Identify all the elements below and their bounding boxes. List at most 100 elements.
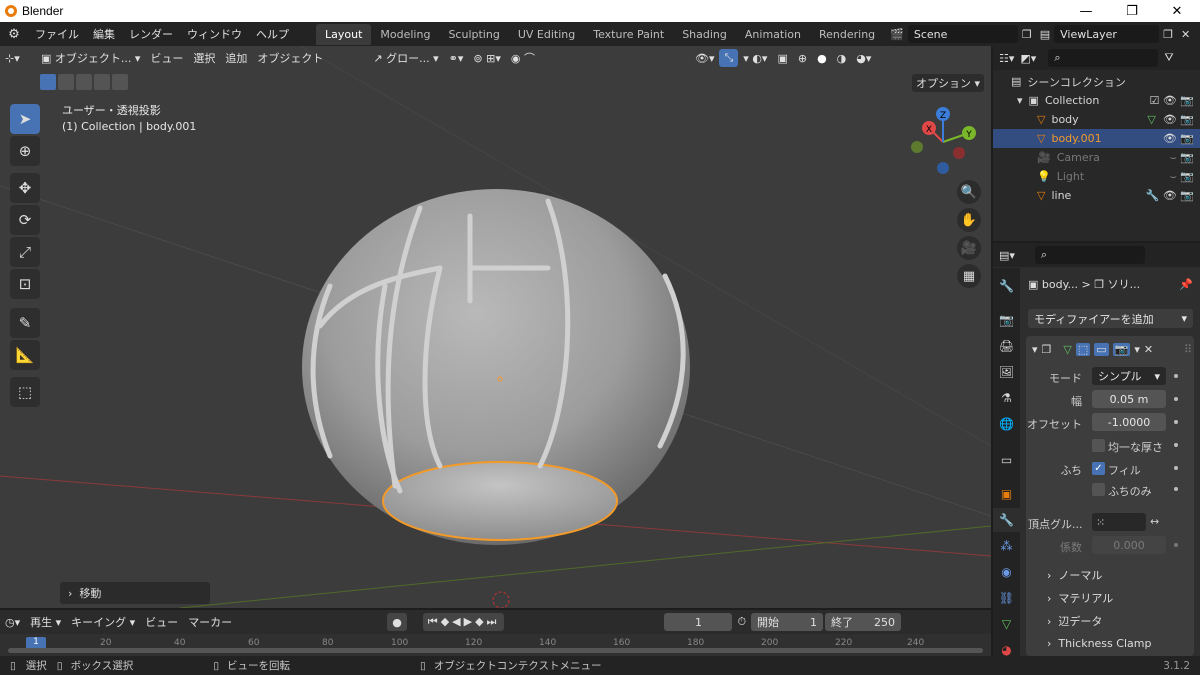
render-toggle-icon[interactable]: 📷 — [1112, 342, 1131, 356]
subpanel-normals[interactable]: › ノーマル — [1047, 567, 1102, 583]
drag-handle-icon[interactable]: ⠿ — [1184, 343, 1192, 356]
tab-shading[interactable]: Shading — [673, 24, 736, 45]
select-invert-icon[interactable] — [94, 74, 110, 90]
proportional-edit-icon[interactable]: ◉ ⌒ — [506, 48, 540, 68]
tool-scale-icon[interactable]: ⤢ — [10, 237, 40, 267]
remove-modifier-icon[interactable]: ✕ — [1144, 343, 1153, 356]
scene-icon[interactable]: 🎬 — [890, 28, 904, 41]
modifier-menu-icon[interactable]: ▾ — [1134, 343, 1140, 356]
properties-search-input[interactable]: ⌕ — [1034, 246, 1145, 264]
select-new-icon[interactable] — [40, 74, 56, 90]
menu-file[interactable]: ファイル — [28, 26, 86, 42]
viewport-toggle-icon[interactable]: ▭ — [1094, 342, 1109, 356]
timeline-editor-icon[interactable]: ◷▾ — [0, 612, 25, 632]
particles-tab-icon[interactable]: ⁂ — [993, 534, 1020, 558]
shading-wireframe-icon[interactable]: ⊕ — [793, 48, 812, 68]
item-toggles[interactable]: 🔧 👁 📷 — [1146, 189, 1194, 202]
outliner-item-body[interactable]: ▽ body ▽ 👁 📷 — [993, 110, 1200, 129]
keyframe-dot[interactable] — [1174, 466, 1178, 470]
close-button[interactable]: ✕ — [1154, 0, 1200, 22]
even-thickness-checkbox[interactable] — [1092, 439, 1105, 452]
render-tab-icon[interactable]: 📷 — [993, 308, 1020, 332]
collection-toggles[interactable]: ☑ 👁 📷 — [1149, 94, 1194, 107]
filter-icon[interactable]: ⛛ — [1164, 51, 1173, 65]
subpanel-edge-data[interactable]: › 辺データ — [1047, 613, 1102, 629]
object-tab-icon[interactable]: ▣ — [993, 482, 1020, 506]
data-tab-icon[interactable]: ▽ — [993, 612, 1020, 636]
tab-layout[interactable]: Layout — [316, 23, 372, 45]
tab-modeling[interactable]: Modeling — [371, 24, 439, 45]
tab-uv-editing[interactable]: UV Editing — [509, 24, 584, 45]
outliner-search-input[interactable]: ⌕ — [1048, 49, 1159, 67]
outliner-item-light[interactable]: 💡 Light ⌣ 📷 — [993, 167, 1200, 186]
item-toggles[interactable]: ⌣ 📷 — [1170, 151, 1194, 165]
keyframe-dot[interactable] — [1174, 374, 1178, 378]
navigation-gizmo[interactable]: X Y Z — [905, 102, 985, 182]
tool-tab-icon[interactable]: 🔧 — [993, 274, 1020, 298]
menu-edit[interactable]: 編集 — [86, 26, 122, 42]
select-subtract-icon[interactable] — [76, 74, 92, 90]
blender-menu-icon[interactable]: ⚙ — [0, 27, 28, 42]
view-layer-selector[interactable]: ViewLayer — [1054, 25, 1160, 43]
editor-type-icon[interactable]: ⊹▾ — [0, 48, 36, 68]
edit-mode-toggle-icon[interactable]: ▽ — [1063, 343, 1071, 356]
current-frame-field[interactable]: 1 — [664, 613, 733, 631]
outliner-item-collection[interactable]: ▾ ▣ Collection ☑ 👁 📷 — [993, 91, 1200, 110]
keyframe-dot[interactable] — [1174, 420, 1178, 424]
material-tab-icon[interactable]: ◕ — [993, 638, 1020, 662]
mode-selector[interactable]: ▣ オブジェクト... ▾ — [36, 48, 145, 68]
record-button[interactable]: ● — [387, 613, 407, 631]
subpanel-materials[interactable]: › マテリアル — [1047, 590, 1113, 606]
view-layer-icon[interactable]: ▤ — [1040, 28, 1050, 41]
select-intersect-icon[interactable] — [112, 74, 128, 90]
tool-add-cube-icon[interactable]: ⬚ — [10, 377, 40, 407]
scene-tab-icon[interactable]: ⚗ — [993, 386, 1020, 410]
stopwatch-icon[interactable]: ⏱ — [732, 612, 751, 632]
tool-annotate-icon[interactable]: ✎ — [10, 308, 40, 338]
tool-rotate-icon[interactable]: ⟳ — [10, 205, 40, 235]
timeline-ruler[interactable]: 1 20 40 60 80 100 120 140 160 180 200 22… — [0, 634, 991, 656]
collapse-icon[interactable]: ▾ — [1032, 343, 1038, 356]
tab-animation[interactable]: Animation — [736, 24, 810, 45]
timeline-scrollbar[interactable] — [8, 648, 983, 653]
vertex-group-field[interactable]: ⁙ — [1092, 513, 1146, 531]
world-tab-icon[interactable]: 🌐 — [993, 412, 1020, 436]
menu-add[interactable]: 追加 — [220, 48, 252, 68]
outliner-item-line[interactable]: ▽ line 🔧 👁 📷 — [993, 186, 1200, 205]
cage-toggle-icon[interactable]: ⬚ — [1075, 342, 1091, 356]
remove-view-layer-icon[interactable]: ✕ — [1181, 28, 1190, 41]
keyframe-dot[interactable] — [1174, 543, 1178, 547]
add-modifier-button[interactable]: モディファイアーを追加 ▾ — [1028, 309, 1193, 328]
rim-only-checkbox[interactable] — [1092, 483, 1105, 496]
item-toggles[interactable]: 👁 📷 — [1163, 132, 1194, 145]
menu-window[interactable]: ウィンドウ — [180, 26, 249, 42]
tool-move-icon[interactable]: ✥ — [10, 173, 40, 203]
factor-field[interactable]: 0.000 — [1092, 536, 1166, 554]
new-scene-icon[interactable]: ❐ — [1022, 28, 1032, 41]
visibility-icon[interactable]: 👁▾ — [690, 48, 720, 68]
xray-icon[interactable]: ▣ — [772, 48, 792, 68]
shading-rendered-icon[interactable]: ◕▾ — [851, 48, 876, 68]
subpanel-thickness-clamp[interactable]: › Thickness Clamp — [1047, 637, 1151, 650]
tool-transform-icon[interactable]: ⊡ — [10, 269, 40, 299]
pan-hand-icon[interactable]: ✋ — [957, 208, 981, 232]
item-toggles[interactable]: ⌣ 📷 — [1170, 170, 1194, 184]
end-frame-field[interactable]: 終了 250 — [825, 613, 902, 631]
gizmo-toggle-icon[interactable]: ⤡ — [719, 49, 739, 67]
collection-tab-icon[interactable]: ▭ — [993, 448, 1020, 472]
menu-marker[interactable]: マーカー — [183, 612, 237, 632]
keyframe-dot[interactable] — [1174, 397, 1178, 401]
last-operator-panel[interactable]: › 移動 — [60, 582, 210, 604]
shading-material-icon[interactable]: ◑ — [832, 48, 852, 68]
minimize-button[interactable]: — — [1063, 0, 1109, 22]
zoom-icon[interactable]: 🔍 — [957, 180, 981, 204]
overlay-icon[interactable]: ▾ ◐▾ — [738, 48, 772, 68]
scene-selector[interactable]: Scene — [907, 25, 1018, 43]
constraints-tab-icon[interactable]: ⛓ — [993, 586, 1020, 610]
properties-editor-icon[interactable]: ▤▾ — [999, 249, 1015, 262]
invert-vertex-group-icon[interactable]: ↔ — [1150, 515, 1159, 528]
keyframe-dot[interactable] — [1174, 443, 1178, 447]
tool-cursor-icon[interactable]: ⊕ — [10, 136, 40, 166]
shading-solid-icon[interactable]: ● — [812, 48, 832, 68]
menu-select[interactable]: 選択 — [188, 48, 220, 68]
